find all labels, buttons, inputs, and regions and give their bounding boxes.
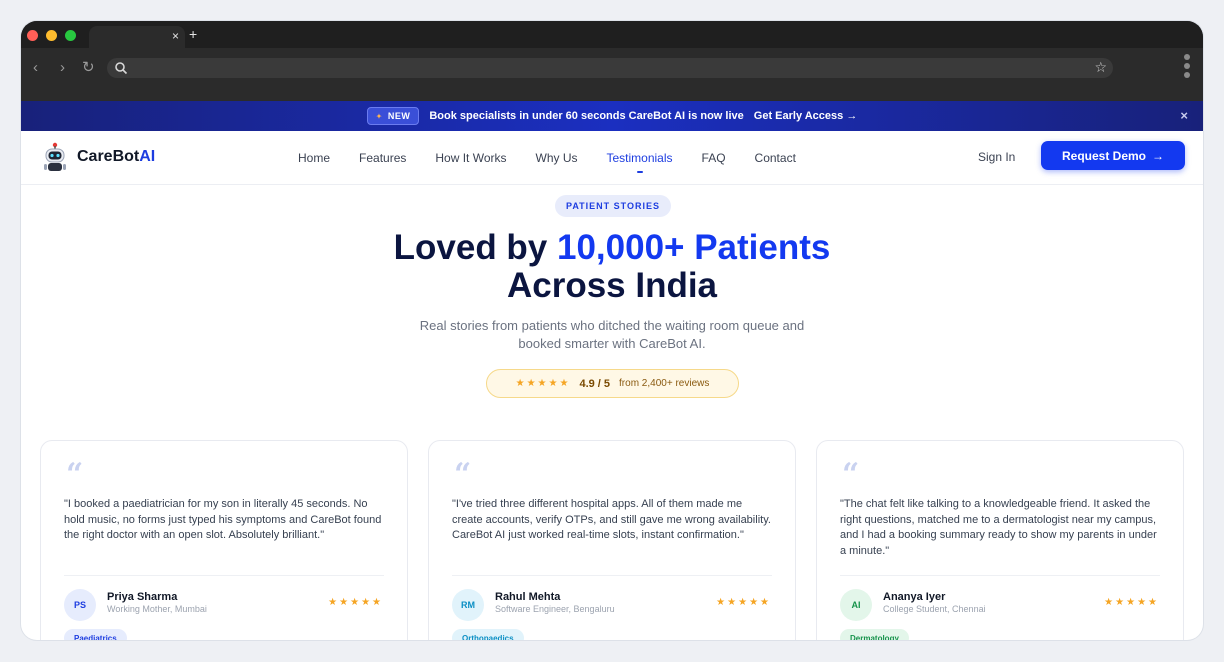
nav-why-us[interactable]: Why Us xyxy=(536,151,578,165)
request-demo-button[interactable]: Request Demo → xyxy=(1041,141,1185,170)
announcement-text: Book specialists in under 60 seconds Car… xyxy=(429,110,744,122)
logo-main: CareBot xyxy=(77,148,140,165)
nav-faq[interactable]: FAQ xyxy=(702,151,726,165)
new-tab-icon[interactable]: + xyxy=(189,27,197,41)
browser-toolbar: ‹ › ↻ ☆ xyxy=(21,48,1203,101)
testimonial-quote: "The chat felt like talking to a knowled… xyxy=(840,498,1157,557)
testimonials-hero: PATIENT STORIES Loved by 10,000+ Patient… xyxy=(21,185,1203,439)
nav-home[interactable]: Home xyxy=(298,151,330,165)
author-name: Ananya Iyer xyxy=(883,591,946,603)
new-badge-label: NEW xyxy=(387,111,411,121)
testimonial-card: “ "I booked a paediatrician for my son i… xyxy=(40,440,408,640)
nav-contact[interactable]: Contact xyxy=(755,151,796,165)
party-icon: ✦ xyxy=(375,111,383,121)
logo-accent: AI xyxy=(139,148,156,165)
card-stars-icon: ★★★★★ xyxy=(1104,597,1159,608)
title-part1: Loved by xyxy=(393,228,557,267)
main-nav: Home Features How It Works Why Us Testim… xyxy=(298,131,796,185)
section-subtitle: Real stories from patients who ditched t… xyxy=(21,317,1203,353)
testimonial-cards: “ "I booked a paediatrician for my son i… xyxy=(40,440,1186,640)
testimonial-quote: "I booked a paediatrician for my son in … xyxy=(64,498,382,542)
logo[interactable]: CareBotAI xyxy=(41,142,155,172)
robot-icon xyxy=(44,142,66,171)
logo-text: CareBotAI xyxy=(77,148,155,166)
announcement-bar: ✦ NEW Book specialists in under 60 second… xyxy=(21,101,1203,131)
avatar: AI xyxy=(840,589,872,621)
close-window-button[interactable] xyxy=(27,30,38,41)
card-stars-icon: ★★★★★ xyxy=(328,597,383,608)
testimonial-card: “ "The chat felt like talking to a knowl… xyxy=(816,440,1184,640)
reload-icon[interactable]: ↻ xyxy=(82,60,95,76)
tab-bar: × + xyxy=(21,21,1203,48)
maximize-window-button[interactable] xyxy=(65,30,76,41)
card-divider xyxy=(64,575,384,576)
rating-review-count: from 2,400+ reviews xyxy=(619,378,710,389)
request-demo-label: Request Demo xyxy=(1061,148,1147,163)
minimize-window-button[interactable] xyxy=(46,30,57,41)
nav-testimonials[interactable]: Testimonials xyxy=(607,151,673,173)
browser-menu-icon[interactable] xyxy=(1184,54,1190,81)
quote-icon: “ xyxy=(842,457,860,492)
specialty-tag: Orthopaedics xyxy=(452,629,524,640)
rating-stars-icon: ★★★★★ xyxy=(515,378,571,389)
bookmark-star-icon[interactable]: ☆ xyxy=(1094,59,1107,76)
site-header: CareBotAI Home Features How It Works Why… xyxy=(21,131,1203,185)
back-icon[interactable]: ‹ xyxy=(33,60,38,76)
nav-how-it-works[interactable]: How It Works xyxy=(435,151,506,165)
testimonial-card: “ "I've tried three different hospital a… xyxy=(428,440,796,640)
tab-close-icon[interactable]: × xyxy=(172,29,179,43)
author-info: Ananya Iyer College Student, Chennai xyxy=(883,591,986,614)
nav-features[interactable]: Features xyxy=(359,151,406,165)
author-role: Software Engineer, Bengaluru xyxy=(495,604,615,614)
subtitle-line1: Real stories from patients who ditched t… xyxy=(419,318,805,333)
testimonial-quote: "I've tried three different hospital app… xyxy=(452,498,771,542)
author-info: Rahul Mehta Software Engineer, Bengaluru xyxy=(495,591,615,614)
title-line2: Across India xyxy=(506,266,718,305)
author-name: Rahul Mehta xyxy=(495,591,561,603)
browser-window: × + ‹ › ↻ ☆ ✦ NEW Book specialists in und… xyxy=(21,21,1203,640)
forward-icon[interactable]: › xyxy=(60,60,65,76)
card-divider xyxy=(840,575,1160,576)
address-bar[interactable]: ☆ xyxy=(107,58,1113,78)
author-info: Priya Sharma Working Mother, Mumbai xyxy=(107,591,207,614)
author-name: Priya Sharma xyxy=(107,591,178,603)
search-icon xyxy=(115,62,128,75)
specialty-tag: Paediatrics xyxy=(64,629,127,640)
author-role: Working Mother, Mumbai xyxy=(107,604,207,614)
new-badge: ✦ NEW xyxy=(366,107,420,125)
avatar: PS xyxy=(64,589,96,621)
browser-chrome: × + ‹ › ↻ ☆ xyxy=(21,21,1203,101)
early-access-link[interactable]: Get Early Access → xyxy=(754,110,858,122)
specialty-tag: Dermatology xyxy=(840,629,909,640)
quote-icon: “ xyxy=(454,457,472,492)
arrow-right-icon: → xyxy=(1152,148,1165,163)
section-eyebrow: PATIENT STORIES xyxy=(555,195,671,217)
avatar: RM xyxy=(452,589,484,621)
sign-in-link[interactable]: Sign In xyxy=(978,150,1015,164)
quote-icon: “ xyxy=(66,457,84,492)
author-role: College Student, Chennai xyxy=(883,604,986,614)
rating-score: 4.9 / 5 xyxy=(579,377,611,390)
subtitle-line2: booked smarter with CareBot AI. xyxy=(518,336,706,351)
card-divider xyxy=(452,575,772,576)
card-stars-icon: ★★★★★ xyxy=(716,597,771,608)
announcement-close-icon[interactable]: × xyxy=(1180,108,1188,123)
section-title: Loved by 10,000+ Patients Across India xyxy=(21,229,1203,305)
rating-summary: ★★★★★ 4.9 / 5 from 2,400+ reviews xyxy=(486,369,739,398)
title-highlight: 10,000+ Patients xyxy=(557,228,831,267)
browser-tab[interactable]: × xyxy=(89,26,185,48)
